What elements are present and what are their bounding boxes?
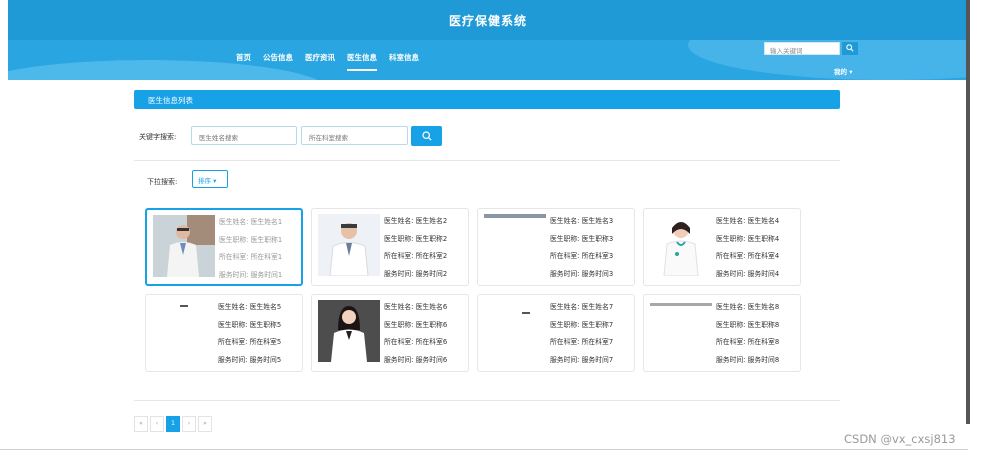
current-page-button[interactable]: 1 <box>166 416 180 432</box>
department-search-input[interactable]: 所在科室搜索 <box>301 126 408 145</box>
doctor-name: 医生姓名: 医生姓名3 <box>550 217 614 225</box>
doctor-name: 医生姓名: 医生姓名1 <box>219 218 283 226</box>
user-menu[interactable]: 我的 ▾ <box>834 66 853 76</box>
doctor-photo <box>152 300 214 362</box>
section-title: 医生信息列表 <box>134 90 840 109</box>
doctor-photo <box>484 300 546 362</box>
doctor-title: 医生职称: 医生职称1 <box>219 235 283 244</box>
search-icon <box>846 44 854 52</box>
nav-department-info[interactable]: 科室信息 <box>389 52 419 71</box>
doctor-info: 医生姓名: 医生姓名5 医生职称: 医生职称5 所在科室: 所在科室5 服务时间… <box>218 299 281 369</box>
doctor-service-time: 服务时间: 服务时间1 <box>219 270 283 279</box>
doctor-name: 医生姓名: 医生姓名2 <box>384 217 448 225</box>
doctor-name: 医生姓名: 医生姓名8 <box>716 303 780 311</box>
doctor-service-time: 服务时间: 服务时间2 <box>384 269 448 278</box>
first-page-button[interactable]: « <box>134 416 148 432</box>
doctor-photo <box>318 214 380 276</box>
scrollbar[interactable] <box>966 0 970 424</box>
doctor-name-search-input[interactable]: 医生姓名搜索 <box>191 126 297 145</box>
search-button[interactable] <box>411 126 442 146</box>
divider <box>134 400 840 401</box>
doctor-photo <box>484 214 546 276</box>
doctor-department: 所在科室: 所在科室8 <box>716 338 780 346</box>
sort-dropdown[interactable]: 排序 ▾ <box>192 170 228 188</box>
doctor-info: 医生姓名: 医生姓名3 医生职称: 医生职称3 所在科室: 所在科室3 服务时间… <box>550 213 613 283</box>
dropdown-search-label: 下拉搜索: <box>147 178 178 186</box>
doctor-service-time: 服务时间: 服务时间3 <box>550 269 614 278</box>
doctor-photo <box>318 300 380 362</box>
header-search-button[interactable] <box>842 42 858 55</box>
doctor-department: 所在科室: 所在科室7 <box>550 338 614 346</box>
site-title: 医疗保健系统 <box>448 13 527 28</box>
nav-doctor-info[interactable]: 医生信息 <box>347 52 377 71</box>
doctor-department: 所在科室: 所在科室2 <box>384 252 448 260</box>
nav-medical-news[interactable]: 医疗资讯 <box>305 52 335 71</box>
header-search-input[interactable]: 输入关键词 <box>764 42 840 55</box>
nav-announcements[interactable]: 公告信息 <box>263 52 293 71</box>
doctor-title: 医生职称: 医生职称2 <box>384 234 448 243</box>
doctor-card[interactable]: 医生姓名: 医生姓名4 医生职称: 医生职称4 所在科室: 所在科室4 服务时间… <box>643 208 801 286</box>
doctor-photo <box>650 214 712 276</box>
doctor-department: 所在科室: 所在科室4 <box>716 252 780 260</box>
doctor-photo <box>153 215 215 277</box>
doctor-service-time: 服务时间: 服务时间4 <box>716 269 780 278</box>
keyword-search-label: 关键字搜索: <box>139 133 177 141</box>
doctor-department: 所在科室: 所在科室6 <box>384 338 448 346</box>
doctor-info: 医生姓名: 医生姓名2 医生职称: 医生职称2 所在科室: 所在科室2 服务时间… <box>384 213 447 283</box>
doctor-photo <box>650 300 712 362</box>
doctor-card[interactable]: 医生姓名: 医生姓名7 医生职称: 医生职称7 所在科室: 所在科室7 服务时间… <box>477 294 635 372</box>
doctor-info: 医生姓名: 医生姓名1 医生职称: 医生职称1 所在科室: 所在科室1 服务时间… <box>219 214 282 284</box>
doctor-name: 医生姓名: 医生姓名7 <box>550 303 614 311</box>
doctor-service-time: 服务时间: 服务时间5 <box>218 355 282 364</box>
doctor-card[interactable]: 医生姓名: 医生姓名2 医生职称: 医生职称2 所在科室: 所在科室2 服务时间… <box>311 208 469 286</box>
doctor-card[interactable]: 医生姓名: 医生姓名5 医生职称: 医生职称5 所在科室: 所在科室5 服务时间… <box>145 294 303 372</box>
doctor-title: 医生职称: 医生职称4 <box>716 234 780 243</box>
watermark: CSDN @vx_cxsj813 <box>844 432 956 446</box>
prev-page-button[interactable]: ‹ <box>150 416 164 432</box>
doctor-info: 医生姓名: 医生姓名4 医生职称: 医生职称4 所在科室: 所在科室4 服务时间… <box>716 213 779 283</box>
doctor-card[interactable]: 医生姓名: 医生姓名6 医生职称: 医生职称6 所在科室: 所在科室6 服务时间… <box>311 294 469 372</box>
doctor-service-time: 服务时间: 服务时间6 <box>384 355 448 364</box>
pagination: « ‹ 1 › » <box>134 416 212 432</box>
doctor-department: 所在科室: 所在科室5 <box>218 338 282 346</box>
last-page-button[interactable]: » <box>198 416 212 432</box>
doctor-department: 所在科室: 所在科室3 <box>550 252 614 260</box>
page: 医疗保健系统 首页 公告信息 医疗资讯 医生信息 科室信息 输入关键词 我的 ▾… <box>0 0 996 456</box>
doctor-title: 医生职称: 医生职称6 <box>384 320 448 329</box>
doctor-info: 医生姓名: 医生姓名8 医生职称: 医生职称8 所在科室: 所在科室8 服务时间… <box>716 299 779 369</box>
doctor-title: 医生职称: 医生职称5 <box>218 320 282 329</box>
top-header-bar: 医疗保健系统 <box>8 0 968 40</box>
doctor-card[interactable]: 医生姓名: 医生姓名1 医生职称: 医生职称1 所在科室: 所在科室1 服务时间… <box>145 208 303 286</box>
doctor-department: 所在科室: 所在科室1 <box>219 253 283 261</box>
doctor-name: 医生姓名: 医生姓名6 <box>384 303 448 311</box>
doctor-info: 医生姓名: 医生姓名7 医生职称: 医生职称7 所在科室: 所在科室7 服务时间… <box>550 299 613 369</box>
nav-links: 首页 公告信息 医疗资讯 医生信息 科室信息 <box>236 52 419 71</box>
nav-bar: 首页 公告信息 医疗资讯 医生信息 科室信息 输入关键词 我的 ▾ <box>8 40 968 80</box>
divider <box>0 449 968 450</box>
doctor-name: 医生姓名: 医生姓名4 <box>716 217 780 225</box>
doctor-service-time: 服务时间: 服务时间8 <box>716 355 780 364</box>
doctor-service-time: 服务时间: 服务时间7 <box>550 355 614 364</box>
doctor-title: 医生职称: 医生职称3 <box>550 234 614 243</box>
next-page-button[interactable]: › <box>182 416 196 432</box>
doctor-title: 医生职称: 医生职称8 <box>716 320 780 329</box>
doctor-name: 医生姓名: 医生姓名5 <box>218 303 282 311</box>
divider <box>134 160 840 161</box>
doctor-info: 医生姓名: 医生姓名6 医生职称: 医生职称6 所在科室: 所在科室6 服务时间… <box>384 299 447 369</box>
doctor-title: 医生职称: 医生职称7 <box>550 320 614 329</box>
doctor-card[interactable]: 医生姓名: 医生姓名3 医生职称: 医生职称3 所在科室: 所在科室3 服务时间… <box>477 208 635 286</box>
nav-home[interactable]: 首页 <box>236 52 251 71</box>
doctor-card[interactable]: 医生姓名: 医生姓名8 医生职称: 医生职称8 所在科室: 所在科室8 服务时间… <box>643 294 801 372</box>
search-icon <box>421 131 432 141</box>
